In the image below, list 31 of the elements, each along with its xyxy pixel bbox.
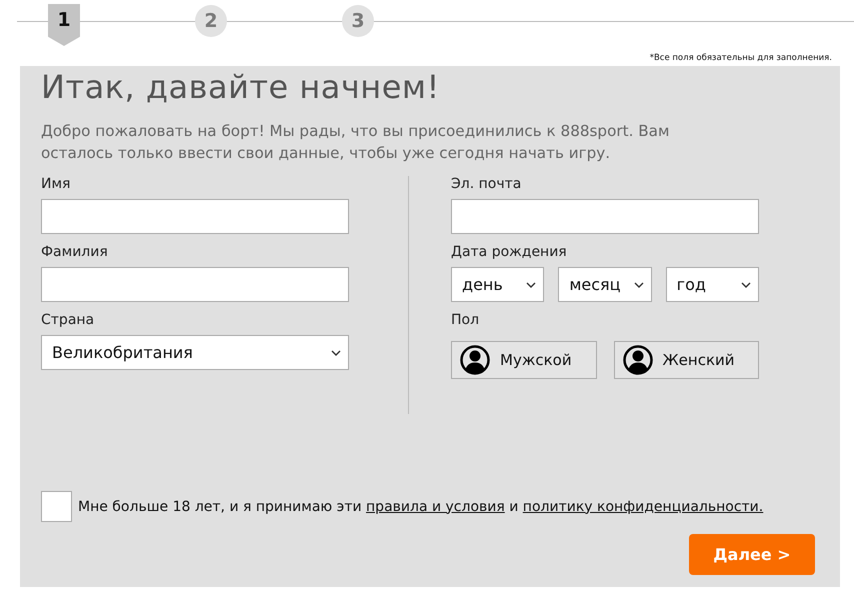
step-circle: 2 <box>195 5 227 37</box>
field-label: Пол <box>451 312 480 330</box>
gender-button[interactable]: Мужской <box>451 341 596 379</box>
terms-link[interactable]: правила и условия <box>366 498 505 514</box>
field-label: Эл. почта <box>451 176 522 194</box>
form-title: Итак, давайте начнем! <box>41 68 441 106</box>
field-label: Дата рождения <box>451 244 568 262</box>
input-field[interactable] <box>41 267 349 302</box>
date-select[interactable]: месяц <box>558 267 652 302</box>
step-marker: 1 <box>48 4 80 46</box>
caret-icon <box>331 350 341 356</box>
privacy-link[interactable]: политику конфиденциальности. <box>522 498 764 514</box>
country-select[interactable]: Великобритания <box>41 335 349 370</box>
required-note: *Все поля обязательны для заполнения. <box>648 53 833 65</box>
gender-button[interactable]: Женский <box>614 341 759 379</box>
caret-icon <box>634 282 644 288</box>
date-select[interactable]: день <box>451 267 544 302</box>
field-label: Страна <box>41 312 96 330</box>
agreement-text: Мне больше 18 лет, и я принимаю эти правила и условия и политику конфиденциальности. <box>78 498 764 514</box>
email-field[interactable] <box>451 199 759 234</box>
person-icon <box>460 345 490 375</box>
intro-text: Добро пожаловать на борт! Мы рады, что вы присоединились к 888sport. Вам осталось только ввести свои данные, чтобы уже сегодня начать игру. <box>41 121 670 164</box>
date-select[interactable]: год <box>666 267 759 302</box>
person-icon <box>622 345 652 375</box>
input-field[interactable] <box>41 199 349 234</box>
caret-icon <box>526 282 536 288</box>
caret-icon <box>740 282 751 288</box>
field-label: Фамилия <box>41 244 109 262</box>
step-circle: 3 <box>342 5 374 37</box>
agree-checkbox[interactable] <box>41 491 72 522</box>
field-label: Имя <box>41 176 72 194</box>
